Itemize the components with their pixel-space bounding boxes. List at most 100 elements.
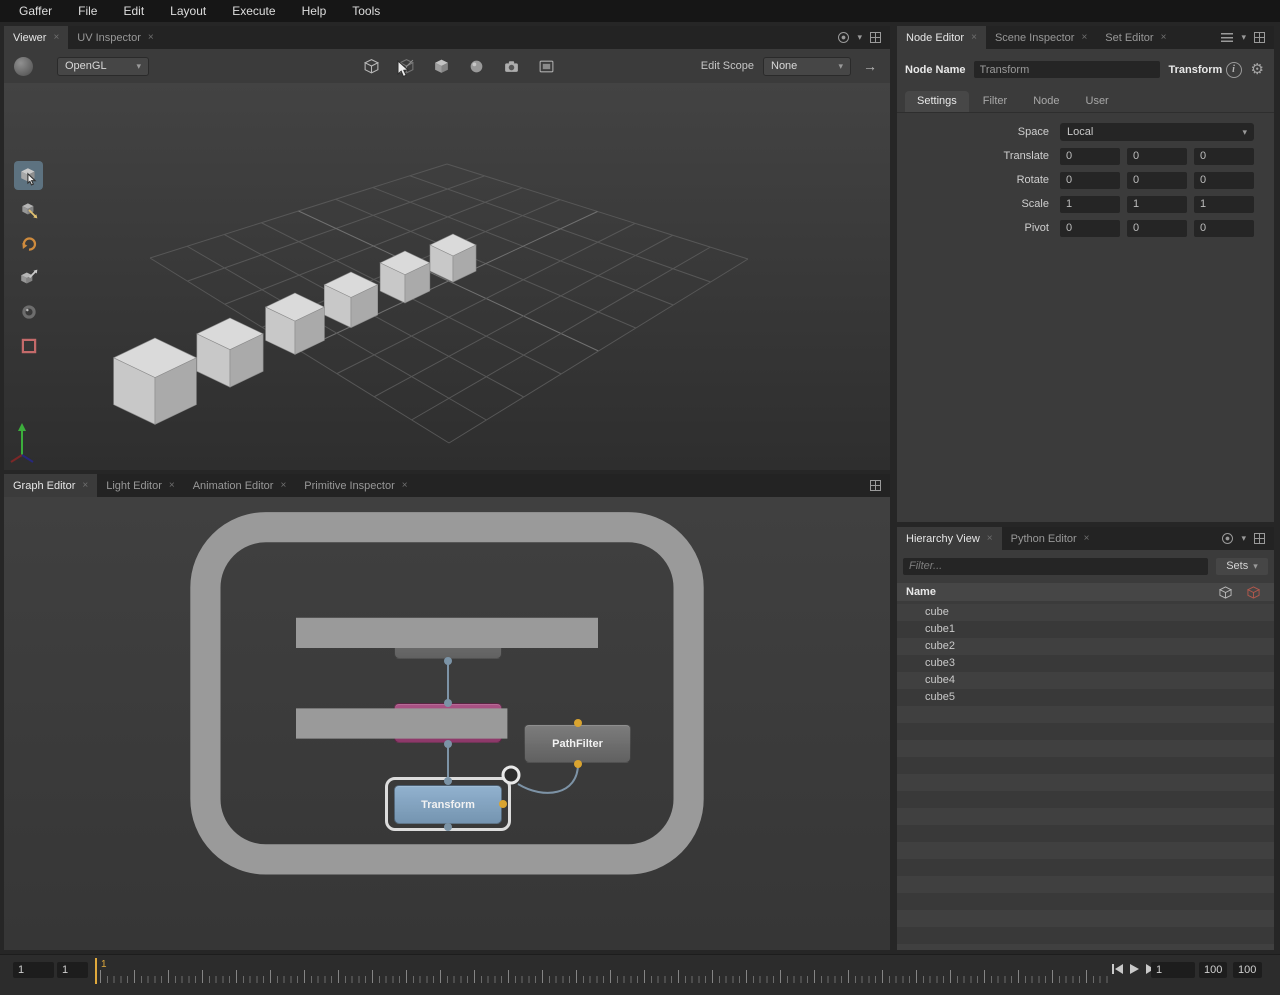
viewport-3d[interactable] — [4, 83, 890, 470]
layout-grid-icon[interactable] — [1254, 32, 1265, 43]
list-item[interactable]: cube — [897, 604, 1274, 621]
renderer-dropdown[interactable]: OpenGL ▾ — [57, 56, 149, 76]
close-icon[interactable]: × — [169, 480, 175, 491]
range-start-field[interactable] — [13, 962, 54, 978]
close-icon[interactable]: × — [82, 480, 88, 491]
tab-viewer[interactable]: Viewer × — [4, 26, 69, 49]
current-frame-field[interactable] — [57, 962, 88, 978]
viewer-orb-icon[interactable] — [14, 56, 33, 76]
timeline-bar: 1 — [0, 954, 1280, 995]
translate-y-field[interactable] — [1127, 147, 1187, 165]
menu-gaffer[interactable]: Gaffer — [6, 4, 65, 18]
menu-help[interactable]: Help — [289, 4, 340, 18]
rotate-y-field[interactable] — [1127, 171, 1187, 189]
inclusions-cube-icon[interactable] — [1219, 585, 1232, 599]
list-item[interactable]: cube2 — [897, 638, 1274, 655]
crop-window-tool-button[interactable] — [14, 331, 43, 360]
pin-editor-icon[interactable] — [1222, 533, 1234, 544]
tab-set-editor[interactable]: Set Editor × — [1096, 26, 1175, 49]
layout-grid-icon[interactable] — [870, 480, 881, 491]
close-icon[interactable]: × — [1084, 533, 1090, 544]
chevron-down-icon[interactable]: ▾ — [857, 33, 862, 42]
space-dropdown[interactable]: Local ▾ — [1060, 123, 1254, 141]
translate-z-field[interactable] — [1194, 147, 1254, 165]
sets-label: Sets — [1226, 560, 1249, 572]
sphere-icon[interactable] — [465, 55, 487, 77]
wireframe-cube-icon[interactable] — [360, 55, 382, 77]
gear-icon[interactable]: ⚙ — [1251, 62, 1264, 77]
subtab-filter[interactable]: Filter — [971, 91, 1019, 112]
rotate-x-field[interactable] — [1060, 171, 1120, 189]
scale-z-field[interactable] — [1194, 195, 1254, 213]
translate-tool-button[interactable] — [14, 195, 43, 224]
menu-execute[interactable]: Execute — [219, 4, 288, 18]
selection-tool-button[interactable] — [14, 161, 43, 190]
transform-settings-form: Space Local ▾ Translate Rotate — [897, 120, 1258, 240]
frame-field[interactable] — [1151, 962, 1195, 978]
close-icon[interactable]: × — [280, 480, 286, 491]
tab-uv-inspector[interactable]: UV Inspector × — [68, 26, 162, 49]
timeline-ruler[interactable] — [100, 959, 1108, 983]
node-graph-canvas[interactable]: Cube Duplicate PathFilter Transform — [4, 497, 890, 950]
close-icon[interactable]: × — [971, 32, 977, 43]
scale-y-field[interactable] — [1127, 195, 1187, 213]
close-icon[interactable]: × — [1081, 32, 1087, 43]
tab-node-editor[interactable]: Node Editor × — [897, 26, 986, 49]
list-item[interactable]: cube3 — [897, 655, 1274, 672]
menu-file[interactable]: File — [65, 4, 110, 18]
tab-hierarchy-view[interactable]: Hierarchy View × — [897, 527, 1002, 550]
layout-grid-icon[interactable] — [1254, 533, 1265, 544]
camera-icon[interactable] — [500, 55, 522, 77]
close-icon[interactable]: × — [402, 480, 408, 491]
rotate-tool-button[interactable] — [14, 229, 43, 258]
list-item[interactable]: cube5 — [897, 689, 1274, 706]
edit-scope-dropdown[interactable]: None ▾ — [763, 56, 851, 76]
tab-animation-editor[interactable]: Animation Editor × — [184, 474, 296, 497]
play-icon[interactable] — [1130, 964, 1139, 974]
pivot-z-field[interactable] — [1194, 219, 1254, 237]
filter-input[interactable] — [903, 557, 1208, 575]
chevron-down-icon: ▾ — [136, 60, 141, 71]
tab-primitive-inspector[interactable]: Primitive Inspector × — [295, 474, 416, 497]
annotation-icon[interactable] — [4, 497, 890, 950]
subtab-node[interactable]: Node — [1021, 91, 1071, 112]
image-frame-icon[interactable] — [535, 55, 557, 77]
range-end-field[interactable] — [1233, 962, 1262, 978]
playhead[interactable] — [95, 958, 97, 984]
subtab-settings[interactable]: Settings — [905, 91, 969, 112]
rotate-z-field[interactable] — [1194, 171, 1254, 189]
chevron-down-icon[interactable]: ▾ — [1241, 33, 1246, 42]
editor-mode-icon[interactable] — [1221, 33, 1234, 42]
list-item[interactable]: cube4 — [897, 672, 1274, 689]
info-icon[interactable]: i — [1225, 61, 1242, 78]
shaded-cube-icon[interactable] — [430, 55, 452, 77]
sets-dropdown[interactable]: Sets ▾ — [1216, 557, 1268, 575]
menu-edit[interactable]: Edit — [110, 4, 157, 18]
scale-tool-button[interactable] — [14, 263, 43, 292]
tab-light-editor[interactable]: Light Editor × — [97, 474, 184, 497]
menu-layout[interactable]: Layout — [157, 4, 219, 18]
subtab-user[interactable]: User — [1074, 91, 1121, 112]
chevron-down-icon[interactable]: ▾ — [1241, 534, 1246, 543]
scale-x-field[interactable] — [1060, 195, 1120, 213]
close-icon[interactable]: × — [53, 32, 59, 43]
close-icon[interactable]: × — [148, 32, 154, 43]
close-icon[interactable]: × — [987, 533, 993, 544]
pivot-x-field[interactable] — [1060, 219, 1120, 237]
list-item[interactable]: cube1 — [897, 621, 1274, 638]
node-name-input[interactable] — [973, 61, 1160, 78]
close-icon[interactable]: × — [1161, 32, 1167, 43]
tab-scene-inspector[interactable]: Scene Inspector × — [986, 26, 1096, 49]
pin-editor-icon[interactable] — [838, 32, 850, 43]
scene-end-field[interactable] — [1199, 962, 1227, 978]
exclusions-cube-icon[interactable] — [1247, 585, 1260, 599]
translate-x-field[interactable] — [1060, 147, 1120, 165]
camera-tool-button[interactable] — [14, 297, 43, 326]
pivot-y-field[interactable] — [1127, 219, 1187, 237]
tab-python-editor[interactable]: Python Editor × — [1002, 527, 1099, 550]
menu-tools[interactable]: Tools — [339, 4, 393, 18]
skip-to-start-icon[interactable] — [1112, 964, 1123, 974]
tab-graph-editor[interactable]: Graph Editor × — [4, 474, 98, 497]
layout-grid-icon[interactable] — [870, 32, 881, 43]
edit-scope-arrow-icon[interactable]: → — [860, 58, 880, 74]
